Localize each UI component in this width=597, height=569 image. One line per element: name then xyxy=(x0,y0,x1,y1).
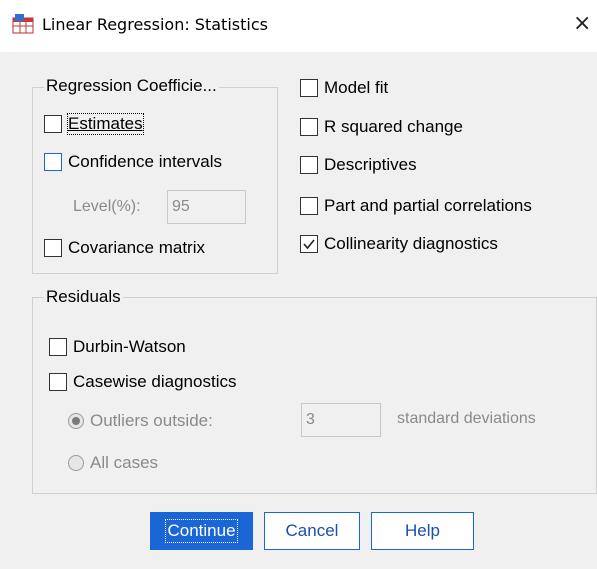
estimates-label: Estimates xyxy=(67,113,144,135)
confidence-intervals-box[interactable] xyxy=(44,153,62,171)
checkmark-icon xyxy=(303,239,315,250)
outliers-value-field: 3 xyxy=(301,403,381,437)
help-button-label: Help xyxy=(405,521,440,540)
all-cases-label: All cases xyxy=(90,453,159,472)
outliers-radio-circle[interactable] xyxy=(68,413,84,429)
durbin-watson-label: Durbin-Watson xyxy=(73,337,186,356)
confidence-intervals-label: Confidence intervals xyxy=(68,152,223,171)
outliers-value: 3 xyxy=(306,411,315,428)
covariance-matrix-box[interactable] xyxy=(44,239,62,257)
all-cases-radio-circle[interactable] xyxy=(68,455,84,471)
casewise-diagnostics-label: Casewise diagnostics xyxy=(73,372,237,391)
model-fit-checkbox[interactable]: Model fit xyxy=(300,75,388,101)
descriptives-label: Descriptives xyxy=(324,155,417,174)
descriptives-checkbox[interactable]: Descriptives xyxy=(300,152,417,178)
residuals-legend: Residuals xyxy=(44,287,123,307)
help-button[interactable]: Help xyxy=(371,512,474,550)
outliers-outside-label: Outliers outside: xyxy=(90,411,213,430)
part-partial-correlations-label: Part and partial correlations xyxy=(324,196,532,215)
estimates-checkbox[interactable]: Estimates xyxy=(44,111,144,137)
title-bar: Linear Regression: Statistics × xyxy=(0,0,597,52)
collinearity-diagnostics-label: Collinearity diagnostics xyxy=(324,234,498,253)
part-partial-correlations-box[interactable] xyxy=(300,197,318,215)
regression-coefficients-legend: Regression Coefficie... xyxy=(44,76,219,96)
std-deviations-label: standard deviations xyxy=(397,410,536,427)
part-partial-correlations-checkbox[interactable]: Part and partial correlations xyxy=(300,193,532,219)
casewise-diagnostics-box[interactable] xyxy=(49,373,67,391)
durbin-watson-box[interactable] xyxy=(49,338,67,356)
level-value: 95 xyxy=(172,198,190,215)
r-squared-change-label: R squared change xyxy=(324,117,463,136)
continue-button-label: Continue xyxy=(165,519,238,543)
level-field: 95 xyxy=(167,190,246,224)
estimates-box[interactable] xyxy=(44,115,62,133)
cancel-button[interactable]: Cancel xyxy=(264,512,360,550)
collinearity-diagnostics-box[interactable] xyxy=(300,235,318,253)
cancel-button-label: Cancel xyxy=(285,521,339,540)
estimates-text: Estimates xyxy=(68,114,143,133)
r-squared-change-checkbox[interactable]: R squared change xyxy=(300,114,463,140)
covariance-matrix-checkbox[interactable]: Covariance matrix xyxy=(44,235,205,261)
confidence-intervals-checkbox[interactable]: Confidence intervals xyxy=(44,149,222,175)
close-icon[interactable]: × xyxy=(573,8,597,40)
model-fit-label: Model fit xyxy=(324,78,389,97)
level-label: Level(%): xyxy=(73,198,141,215)
collinearity-diagnostics-checkbox[interactable]: Collinearity diagnostics xyxy=(300,231,498,257)
window-title: Linear Regression: Statistics xyxy=(42,15,268,34)
casewise-diagnostics-checkbox[interactable]: Casewise diagnostics xyxy=(49,369,236,395)
outliers-outside-radio[interactable]: Outliers outside: xyxy=(68,408,213,434)
covariance-matrix-label: Covariance matrix xyxy=(68,238,205,257)
all-cases-radio[interactable]: All cases xyxy=(68,450,158,476)
r-squared-change-box[interactable] xyxy=(300,118,318,136)
continue-button[interactable]: Continue xyxy=(150,512,253,550)
descriptives-box[interactable] xyxy=(300,156,318,174)
model-fit-box[interactable] xyxy=(300,79,318,97)
spss-table-icon xyxy=(12,14,34,34)
durbin-watson-checkbox[interactable]: Durbin-Watson xyxy=(49,334,186,360)
